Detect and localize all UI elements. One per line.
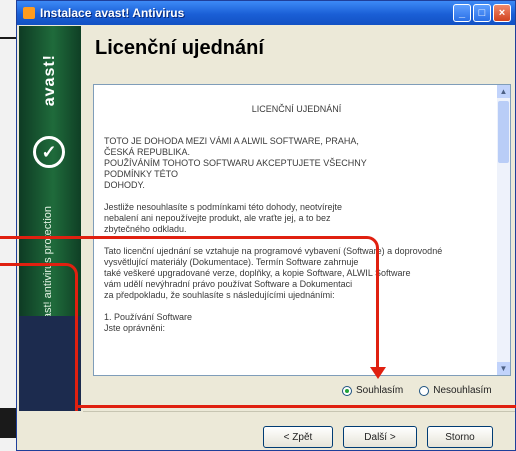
- window-title: Instalace avast! Antivirus: [40, 6, 185, 20]
- brand-logo: avast!: [41, 54, 58, 107]
- window-controls: _ □ ×: [453, 4, 511, 22]
- back-button[interactable]: < Zpět: [263, 426, 333, 448]
- disagree-radio[interactable]: Nesouhlasím: [419, 385, 492, 396]
- footer-divider: [83, 411, 515, 412]
- agree-radio[interactable]: Souhlasím: [342, 385, 403, 396]
- maximize-button[interactable]: □: [473, 4, 491, 22]
- minimize-button[interactable]: _: [453, 4, 471, 22]
- disagree-label: Nesouhlasím: [433, 385, 492, 396]
- annotation-line: [76, 405, 516, 408]
- close-button[interactable]: ×: [493, 4, 511, 22]
- checkmark-icon: ✓: [33, 136, 65, 168]
- page-title: Licenční ujednání: [95, 37, 264, 59]
- installer-window: Instalace avast! Antivirus _ □ × avast! …: [16, 0, 516, 451]
- license-choice: Souhlasím Nesouhlasím: [342, 385, 492, 396]
- title-bar[interactable]: Instalace avast! Antivirus _ □ ×: [17, 1, 515, 25]
- scroll-down-icon[interactable]: ▼: [497, 362, 510, 375]
- next-button[interactable]: Další >: [343, 426, 417, 448]
- wizard-buttons: < Zpět Další > Storno: [263, 426, 493, 448]
- annotation-line: [0, 263, 78, 411]
- annotation-arrow-icon: [370, 367, 386, 379]
- scroll-thumb[interactable]: [498, 101, 509, 163]
- cancel-button[interactable]: Storno: [427, 426, 493, 448]
- radio-checked-icon: [342, 385, 352, 396]
- vertical-scrollbar[interactable]: ▲ ▼: [497, 85, 510, 375]
- agree-label: Souhlasím: [356, 385, 404, 396]
- license-heading: LICENČNÍ UJEDNÁNÍ: [251, 104, 342, 114]
- scroll-up-icon[interactable]: ▲: [497, 85, 510, 98]
- radio-unchecked-icon: [419, 385, 430, 396]
- app-icon: [23, 7, 35, 19]
